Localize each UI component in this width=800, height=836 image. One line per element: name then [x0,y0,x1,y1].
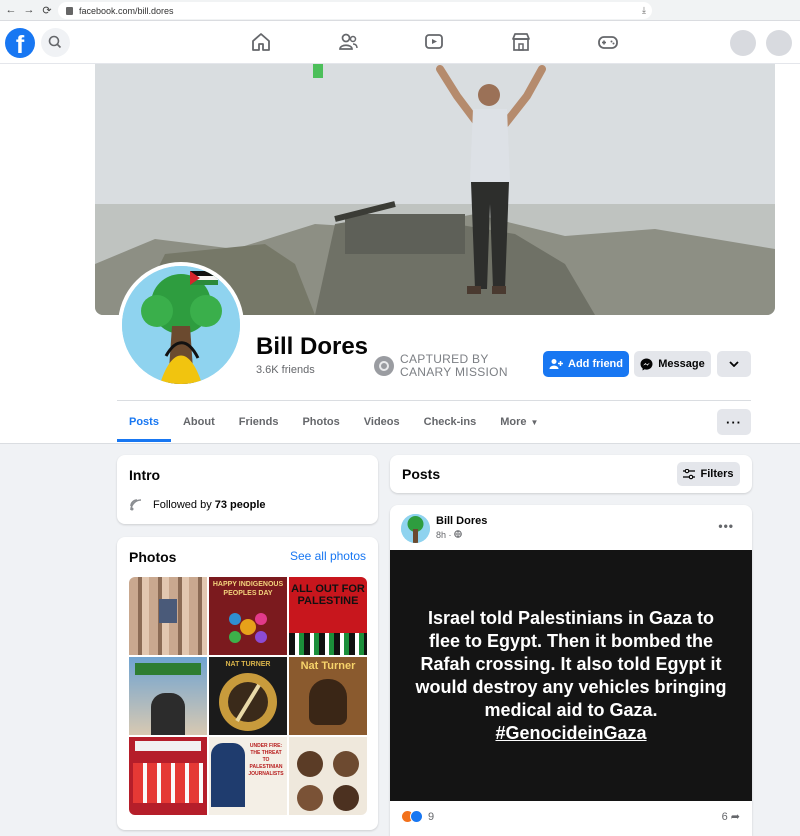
photos-card: Photos See all photos HAPPY INDIGENOUS P… [117,537,378,830]
photo-tile[interactable] [129,657,207,735]
gaming-icon[interactable] [597,31,619,53]
photo-tile[interactable] [129,577,207,655]
back-icon[interactable]: ← [4,4,18,16]
see-all-photos-link[interactable]: See all photos [290,549,366,563]
tab-posts[interactable]: Posts [117,402,171,442]
video-icon[interactable] [423,31,445,53]
chevron-down-icon [729,361,739,367]
menu-icon[interactable] [730,30,756,56]
profile-dropdown-button[interactable] [717,351,751,377]
followed-by-count[interactable]: 73 people [215,499,266,511]
posts-title: Posts [402,466,441,482]
marketplace-icon[interactable] [510,31,532,53]
post-hashtag-link[interactable]: #GenocideinGaza [495,723,646,743]
intro-title: Intro [129,467,161,483]
message-label: Message [658,358,705,370]
tab-about[interactable]: About [171,402,227,442]
share-arrow-icon: ➦ [730,811,740,823]
followers-icon [130,499,142,511]
friends-icon[interactable] [337,31,359,53]
canary-mission-watermark: CAPTURED BY CANARY MISSION [374,353,508,379]
photo-tile[interactable]: NAT TURNER [209,657,287,735]
add-friend-label: Add friend [568,358,623,370]
profile-tabs: Posts About Friends Photos Videos Check-… [117,402,550,442]
post-text: Israel told Palestinians in Gaza to flee… [411,607,731,745]
reload-icon[interactable]: ⟳ [40,4,54,17]
facebook-top-bar: f [0,21,800,64]
tab-more-label: More [500,416,527,428]
facebook-logo-icon[interactable]: f [5,28,35,58]
tab-videos[interactable]: Videos [352,402,412,442]
photo-tile[interactable] [289,737,367,815]
photo-tile[interactable]: HAPPY INDIGENOUS PEOPLES DAY [209,577,287,655]
filters-label: Filters [700,468,734,480]
photo-tile[interactable] [129,737,207,815]
caret-down-icon: ▼ [530,418,539,427]
browser-toolbar: ← → ⟳ facebook.com/bill.dores ⤓ [0,0,800,21]
photo-tile-caption: NAT TURNER [225,661,271,668]
watermark-line-2: CANARY MISSION [400,365,508,379]
share-count: 6 [721,811,728,823]
tab-photos[interactable]: Photos [290,402,351,442]
add-person-icon [549,359,563,369]
profile-avatar[interactable] [118,262,244,388]
photo-tile[interactable]: Nat Turner [289,657,367,735]
share-count-row[interactable]: 6 ➦ [722,810,740,823]
photo-tile-caption: Nat Turner [300,660,356,672]
messenger-icon [640,358,653,370]
posts-header-card: Posts Filters [390,455,752,493]
forward-icon[interactable]: → [22,4,36,16]
post-author-avatar[interactable] [401,514,430,543]
photos-title: Photos [129,549,177,565]
tab-friends[interactable]: Friends [227,402,291,442]
message-button[interactable]: Message [634,351,711,377]
followed-by-row: Followed by 73 people [129,498,266,512]
post-options-icon[interactable]: ••• [718,519,734,533]
photo-tile-caption: ALL OUT FOR PALESTINE [291,583,365,607]
download-icon[interactable]: ⤓ [642,5,646,16]
globe-icon [454,530,462,538]
post-card: Bill Dores 8h · ••• Israel told Palestin… [390,505,752,836]
filters-button[interactable]: Filters [677,462,740,486]
home-icon[interactable] [250,31,272,53]
photo-tile-caption: UNDER FIRE: THE THREAT TO PALESTINIAN JO… [248,743,284,777]
tab-more[interactable]: More ▼ [488,402,550,442]
photo-tile[interactable]: ALL OUT FOR PALESTINE [289,577,367,655]
intro-card: Intro Followed by 73 people [117,455,378,524]
canary-seal-icon [374,356,394,376]
reactions-summary[interactable]: 9 [401,810,434,823]
lock-icon [66,6,73,15]
more-options-button[interactable]: ··· [717,409,751,435]
messenger-icon[interactable] [766,30,792,56]
search-icon[interactable] [41,28,70,57]
friends-count[interactable]: 3.6K friends [256,364,315,376]
address-bar[interactable]: facebook.com/bill.dores ⤓ [58,2,652,19]
add-friend-button[interactable]: Add friend [543,351,629,377]
like-react-icon [410,810,423,823]
header-divider [117,400,751,401]
filter-sliders-icon [683,468,696,479]
post-body-text: Israel told Palestinians in Gaza to flee… [415,607,727,720]
post-timestamp[interactable]: 8h · [436,530,462,540]
url-text: facebook.com/bill.dores [79,5,174,16]
reaction-count: 9 [428,810,435,823]
photo-tile-caption: HAPPY INDIGENOUS PEOPLES DAY [212,581,284,597]
followed-by-prefix: Followed by [153,499,212,511]
post-text-background: Israel told Palestinians in Gaza to flee… [390,550,752,801]
photo-tile[interactable]: UNDER FIRE: THE THREAT TO PALESTINIAN JO… [209,737,287,815]
photos-grid: HAPPY INDIGENOUS PEOPLES DAY ALL OUT FOR… [129,577,367,815]
tab-check-ins[interactable]: Check-ins [412,402,489,442]
profile-name: Bill Dores [256,333,369,360]
post-author-name[interactable]: Bill Dores [436,515,487,527]
